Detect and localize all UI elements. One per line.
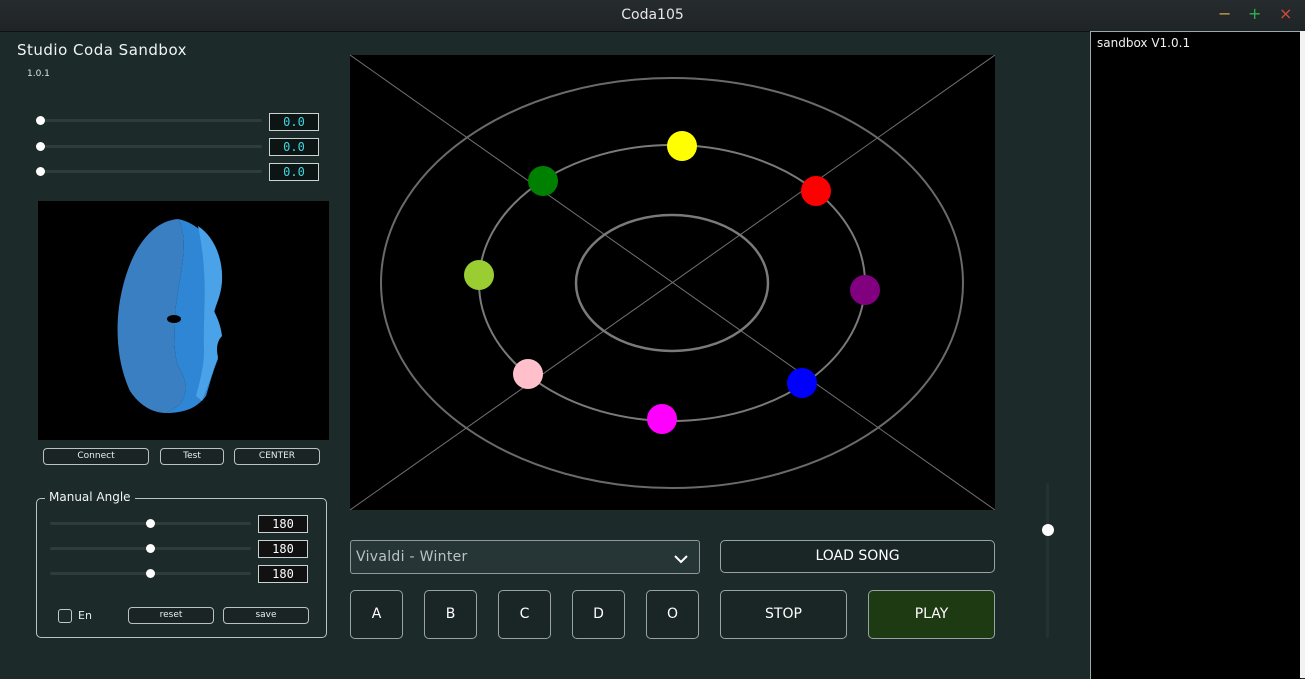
face-mask-icon (117, 219, 223, 413)
maximize-icon[interactable]: + (1248, 5, 1261, 23)
center-button[interactable]: CENTER (234, 448, 320, 465)
face-3d-view (38, 201, 329, 440)
minimize-icon[interactable]: − (1218, 5, 1231, 23)
b-button[interactable]: B (424, 590, 477, 639)
slider-3-value[interactable]: 0.0 (269, 163, 319, 181)
slider-track[interactable] (41, 170, 262, 173)
slider-handle[interactable] (146, 544, 155, 553)
background-window-edge (1300, 31, 1305, 678)
angle-1-value[interactable]: 180 (258, 515, 308, 533)
radar-dot-yellow-green[interactable] (464, 260, 494, 290)
radar-dot-blue[interactable] (787, 368, 817, 398)
reset-button[interactable]: reset (128, 607, 214, 624)
angle-3-value[interactable]: 180 (258, 565, 308, 583)
manual-angle-label: Manual Angle (45, 490, 135, 504)
radar-dot-red[interactable] (801, 176, 831, 206)
radar-dot-pink[interactable] (513, 359, 543, 389)
c-button[interactable]: C (498, 590, 551, 639)
slider-track[interactable] (41, 145, 262, 148)
play-button[interactable]: PLAY (868, 590, 995, 639)
volume-slider-track[interactable] (1046, 483, 1049, 638)
enable-checkbox[interactable] (58, 609, 72, 623)
log-panel: sandbox V1.0.1 (1090, 31, 1301, 679)
radar-canvas (349, 54, 996, 511)
save-button[interactable]: save (223, 607, 309, 624)
song-select[interactable]: Vivaldi - Winter (350, 540, 700, 574)
radar-dot-purple[interactable] (850, 275, 880, 305)
window-titlebar: Coda105 − + × (0, 0, 1305, 32)
slider-1-value[interactable]: 0.0 (269, 113, 319, 131)
radar-dot-yellow[interactable] (667, 131, 697, 161)
slider-handle[interactable] (36, 142, 45, 151)
slider-2-value[interactable]: 0.0 (269, 138, 319, 156)
enable-label: En (78, 609, 92, 622)
close-icon[interactable]: × (1279, 5, 1292, 23)
radar-dot-green[interactable] (528, 166, 558, 196)
a-button[interactable]: A (350, 590, 403, 639)
chevron-down-icon[interactable] (673, 550, 689, 569)
test-button[interactable]: Test (160, 448, 224, 465)
window-title: Coda105 (621, 7, 684, 23)
radar-dot-magenta[interactable] (647, 404, 677, 434)
connect-button[interactable]: Connect (43, 448, 149, 465)
log-line: sandbox V1.0.1 (1097, 36, 1191, 50)
load-song-button[interactable]: LOAD SONG (720, 540, 995, 573)
song-select-value: Vivaldi - Winter (356, 549, 468, 565)
stop-button[interactable]: STOP (720, 590, 847, 639)
slider-handle[interactable] (36, 167, 45, 176)
radar-view[interactable] (349, 54, 996, 511)
angle-2-value[interactable]: 180 (258, 540, 308, 558)
app-version: 1.0.1 (27, 69, 50, 79)
slider-handle[interactable] (146, 519, 155, 528)
d-button[interactable]: D (572, 590, 625, 639)
volume-slider-handle[interactable] (1042, 524, 1054, 536)
slider-handle[interactable] (36, 116, 45, 125)
slider-track[interactable] (41, 119, 262, 122)
slider-handle[interactable] (146, 569, 155, 578)
app-title: Studio Coda Sandbox (17, 41, 188, 59)
o-button[interactable]: O (646, 590, 699, 639)
